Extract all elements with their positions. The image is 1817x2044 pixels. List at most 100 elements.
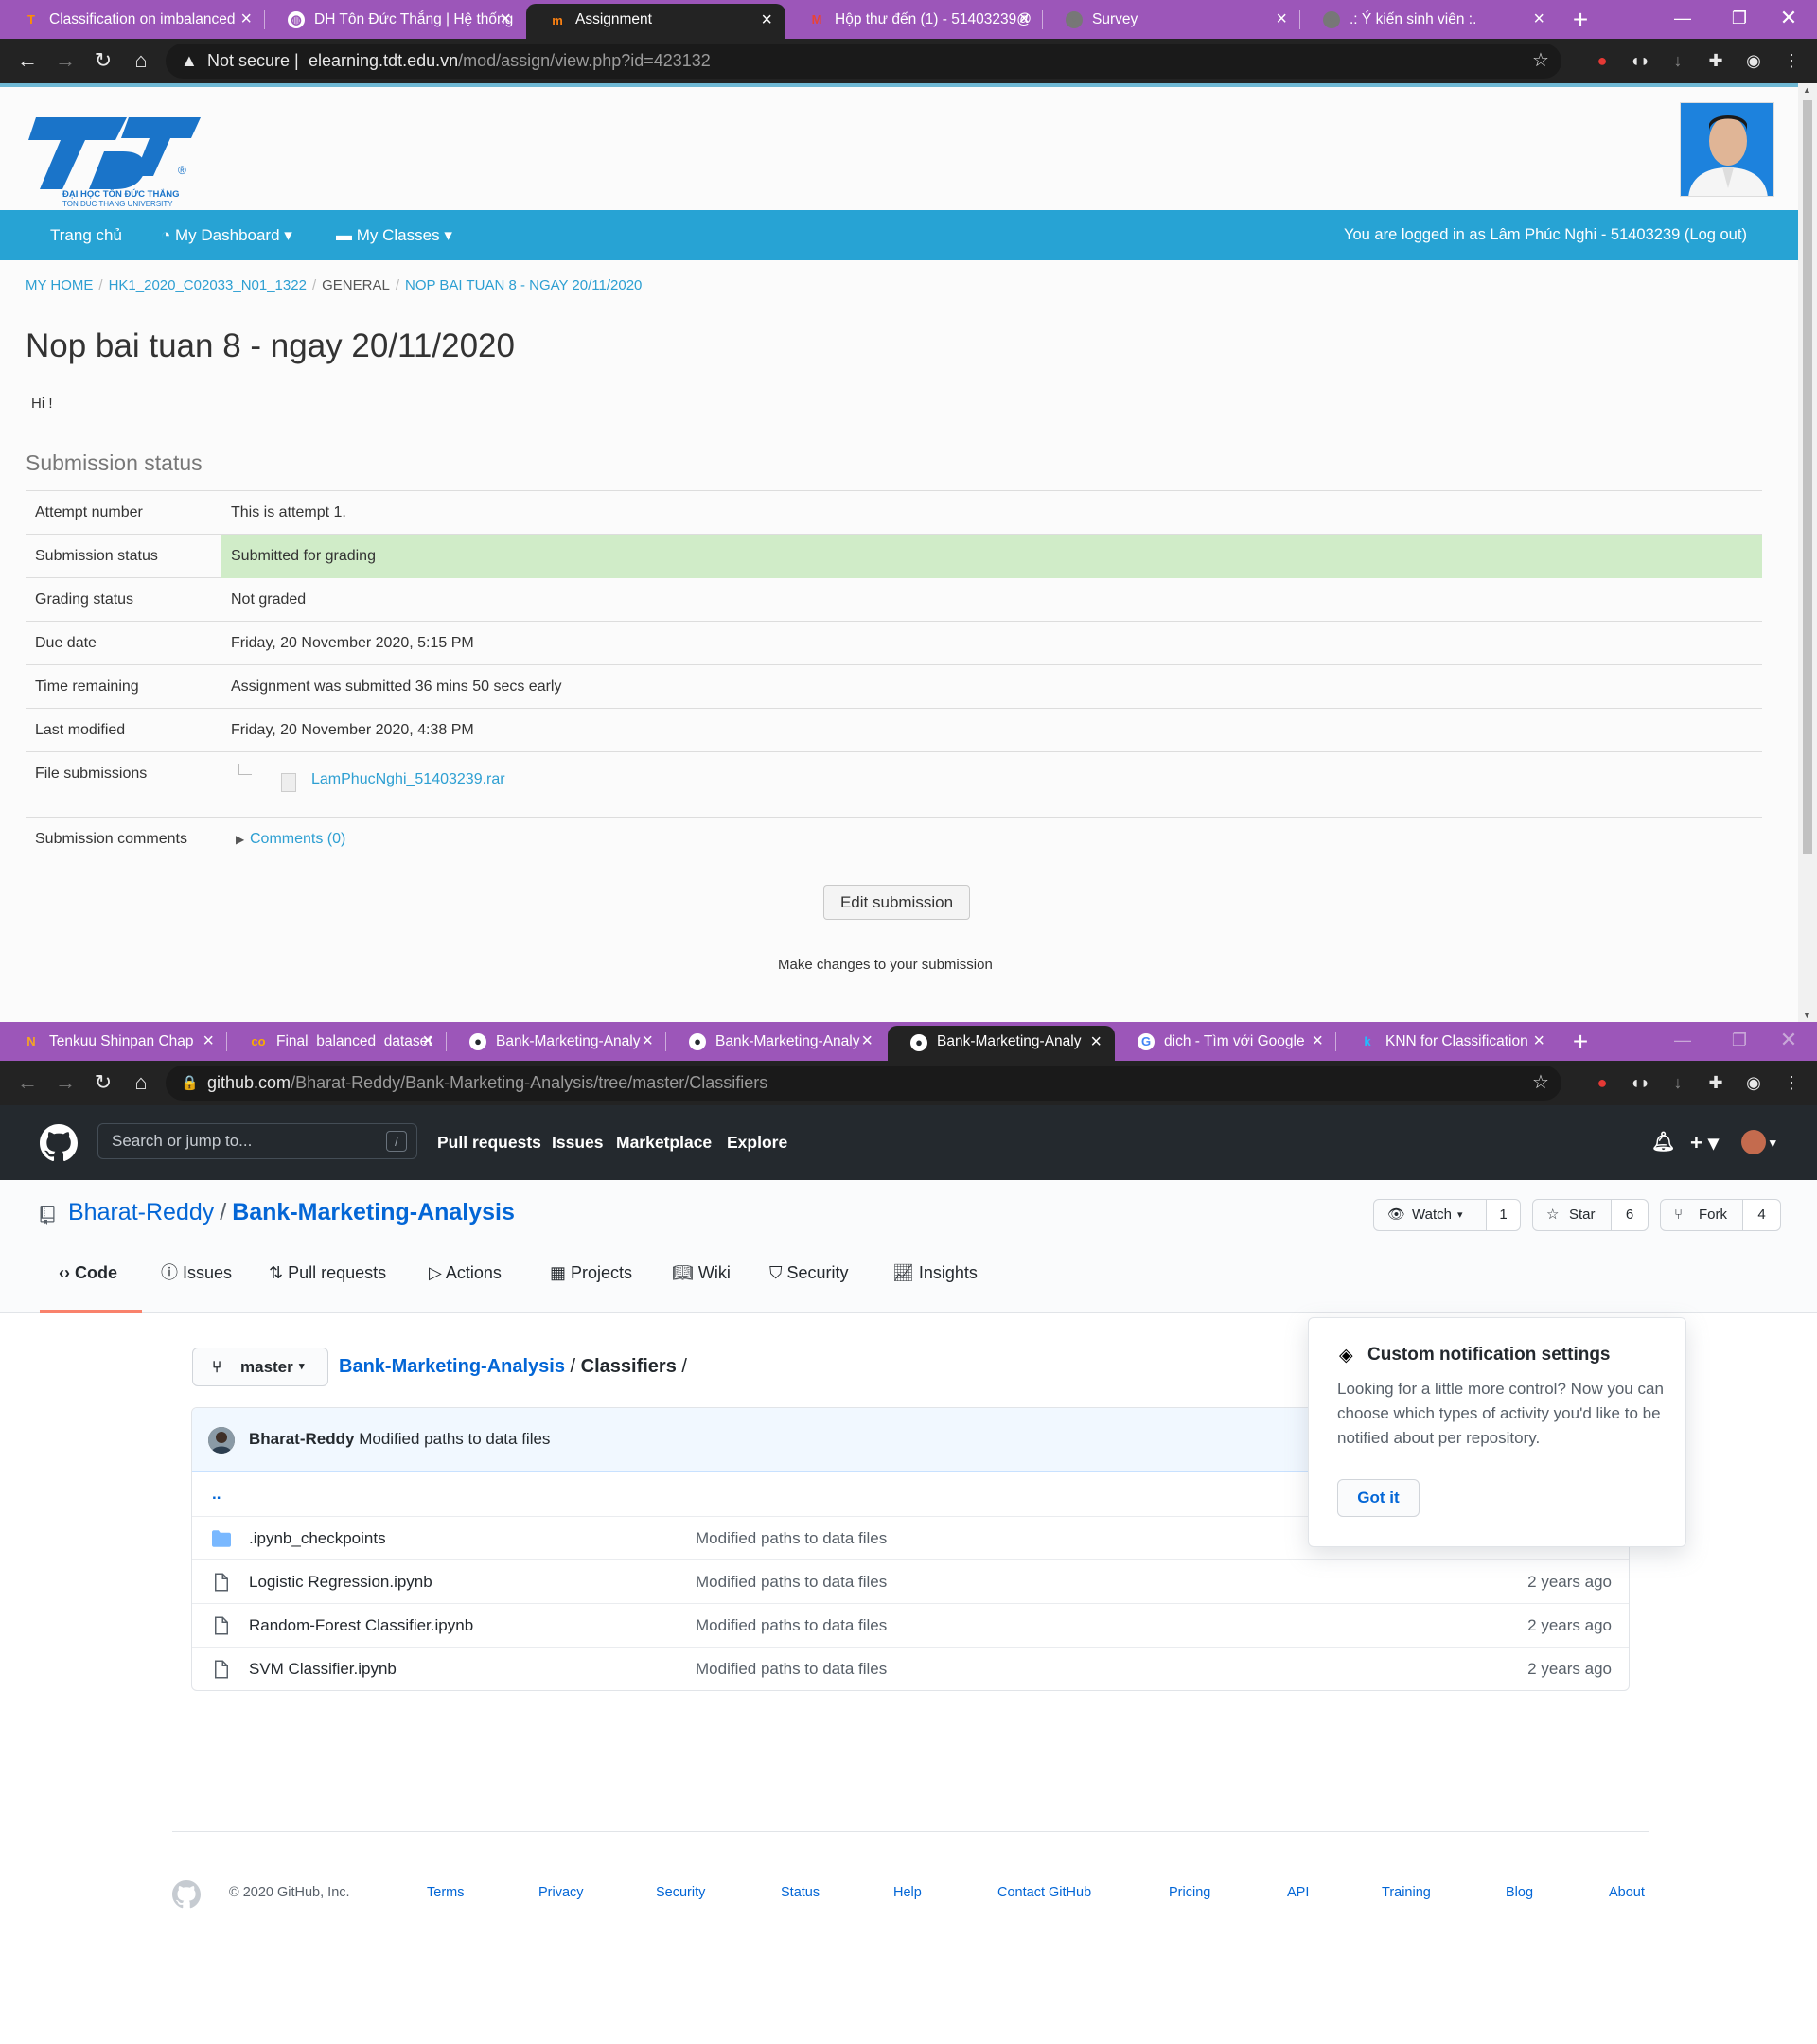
home-icon[interactable]: ⌂ — [127, 1068, 155, 1097]
table-row[interactable]: SVM Classifier.ipynb Modified paths to d… — [192, 1647, 1629, 1690]
logged-in-info[interactable]: You are logged in as Lâm Phúc Nghi - 514… — [1344, 210, 1747, 260]
tab-classification[interactable]: T Classification on imbalanced × — [0, 0, 265, 39]
maximize-button[interactable]: ❐ — [1711, 0, 1768, 39]
close-icon[interactable]: × — [422, 1022, 433, 1061]
file-commit-message[interactable]: Modified paths to data files — [696, 1648, 887, 1690]
scroll-up-icon[interactable]: ▲ — [1803, 85, 1811, 95]
maximize-button[interactable]: ❐ — [1711, 1022, 1768, 1061]
breadcrumb-my-home[interactable]: MY HOME — [26, 277, 93, 293]
puzzle-icon[interactable]: ✚ — [1703, 1070, 1728, 1095]
tdt-logo[interactable]: ® ĐẠI HỌC TÔN ĐỨC THẮNG TON DUC THANG UN… — [25, 102, 214, 211]
watch-count[interactable]: 1 — [1486, 1200, 1520, 1230]
address-bar[interactable]: ▲ Not secure | elearning.tdt.edu.vn/mod/… — [166, 44, 1561, 79]
caret-right-icon[interactable]: ▶ — [236, 818, 244, 861]
commit-message[interactable]: Modified paths to data files — [359, 1430, 550, 1448]
menu-icon[interactable]: ⋮ — [1779, 1070, 1804, 1095]
scrollbar[interactable]: ▲ ▼ — [1798, 83, 1817, 1022]
comments-link[interactable]: Comments (0) — [250, 818, 345, 861]
footer-link-training[interactable]: Training — [1382, 1885, 1431, 1900]
path-repo-link[interactable]: Bank-Marketing-Analysis — [339, 1356, 565, 1377]
tab-code[interactable]: ‹› Code — [40, 1242, 142, 1313]
nav-marketplace[interactable]: Marketplace — [616, 1105, 712, 1180]
file-commit-message[interactable]: Modified paths to data files — [696, 1517, 887, 1560]
tab-colab[interactable]: co Final_balanced_dataset × — [227, 1022, 447, 1061]
home-icon[interactable]: ⌂ — [127, 46, 155, 75]
close-icon[interactable]: × — [861, 1022, 873, 1061]
footer-link-contact[interactable]: Contact GitHub — [997, 1885, 1091, 1900]
commit-author[interactable]: Bharat-Reddy — [249, 1430, 354, 1448]
close-icon[interactable]: × — [642, 1022, 653, 1061]
github-logo-icon[interactable] — [172, 1880, 201, 1909]
close-icon[interactable]: × — [1312, 1022, 1323, 1061]
nav-home[interactable]: Trang chủ — [50, 210, 122, 260]
minimize-button[interactable]: — — [1654, 0, 1711, 39]
close-icon[interactable]: × — [500, 0, 511, 39]
profile-icon[interactable]: ◉ — [1741, 48, 1766, 73]
tab-pull-requests[interactable]: ⇅ Pull requests — [269, 1242, 386, 1313]
fork-button[interactable]: ⑂ Fork 4 — [1660, 1199, 1781, 1231]
footer-link-terms[interactable]: Terms — [427, 1885, 464, 1900]
footer-link-privacy[interactable]: Privacy — [538, 1885, 584, 1900]
extension-icon[interactable]: ● — [1590, 48, 1614, 73]
footer-link-help[interactable]: Help — [893, 1885, 922, 1900]
table-row[interactable]: Logistic Regression.ipynb Modified paths… — [192, 1559, 1629, 1604]
file-name-link[interactable]: Random-Forest Classifier.ipynb — [249, 1604, 473, 1648]
file-name-link[interactable]: Logistic Regression.ipynb — [249, 1560, 432, 1604]
create-new-icon[interactable]: + ▾ — [1690, 1105, 1719, 1180]
nav-issues[interactable]: Issues — [552, 1105, 603, 1180]
tab-assignment[interactable]: m Assignment × — [526, 4, 785, 39]
nav-my-dashboard[interactable]: ◔ My Dashboard ▾ — [161, 210, 292, 260]
nav-explore[interactable]: Explore — [727, 1105, 787, 1180]
parent-dir-link[interactable]: .. — [212, 1472, 221, 1516]
tab-gmail[interactable]: M Hộp thư đến (1) - 51403239@ × — [785, 0, 1043, 39]
new-tab-button[interactable]: + — [1567, 1022, 1594, 1061]
branch-selector[interactable]: ⑂ master ▾ — [192, 1348, 328, 1386]
footer-link-about[interactable]: About — [1609, 1885, 1645, 1900]
file-name-link[interactable]: .ipynb_checkpoints — [249, 1517, 386, 1560]
tab-projects[interactable]: ▦ Projects — [550, 1242, 632, 1313]
footer-link-status[interactable]: Status — [781, 1885, 820, 1900]
star-button[interactable]: ☆ Star 6 — [1532, 1199, 1649, 1231]
close-icon[interactable]: × — [240, 0, 252, 39]
star-count[interactable]: 6 — [1611, 1200, 1648, 1230]
avatar[interactable] — [1741, 1130, 1766, 1154]
close-icon[interactable]: × — [761, 4, 772, 36]
reload-icon[interactable]: ↻ — [89, 46, 117, 75]
repo-owner-link[interactable]: Bharat-Reddy — [68, 1199, 214, 1225]
tab-student-opinion[interactable]: • .: Ý kiến sinh viên :. × — [1300, 0, 1558, 39]
github-logo-icon[interactable] — [40, 1124, 78, 1162]
repo-name-link[interactable]: Bank-Marketing-Analysis — [232, 1199, 515, 1225]
security-label[interactable]: Not secure — [207, 44, 290, 79]
close-icon[interactable]: × — [1090, 1026, 1102, 1058]
scroll-down-icon[interactable]: ▼ — [1803, 1011, 1811, 1020]
file-commit-message[interactable]: Modified paths to data files — [696, 1604, 887, 1648]
footer-link-api[interactable]: API — [1287, 1885, 1309, 1900]
address-bar[interactable]: 🔒 github.com/Bharat-Reddy/Bank-Marketing… — [166, 1066, 1561, 1101]
search-input[interactable]: Search or jump to... / — [97, 1123, 417, 1159]
download-icon[interactable]: ↓ — [1666, 48, 1690, 73]
table-row[interactable]: Random-Forest Classifier.ipynb Modified … — [192, 1603, 1629, 1648]
download-icon[interactable]: ↓ — [1666, 1070, 1690, 1095]
got-it-button[interactable]: Got it — [1337, 1479, 1420, 1517]
caret-down-icon[interactable]: ▾ — [1770, 1105, 1776, 1180]
tab-insights[interactable]: 📈︎ Insights — [892, 1242, 978, 1313]
tab-github-active[interactable]: ● Bank-Marketing-Analy × — [888, 1026, 1115, 1061]
tab-kaggle[interactable]: k KNN for Classification × — [1336, 1022, 1558, 1061]
breadcrumb-assignment[interactable]: NOP BAI TUAN 8 - NGAY 20/11/2020 — [405, 277, 642, 293]
footer-link-blog[interactable]: Blog — [1506, 1885, 1533, 1900]
avatar[interactable] — [1680, 102, 1774, 197]
nav-my-classes[interactable]: ▬ My Classes ▾ — [336, 210, 452, 260]
star-icon[interactable]: ☆ — [1532, 1066, 1549, 1101]
tab-issues[interactable]: ⓘ Issues — [161, 1242, 232, 1313]
avatar[interactable] — [208, 1427, 235, 1454]
profile-icon[interactable]: ◉ — [1741, 1070, 1766, 1095]
footer-link-security[interactable]: Security — [656, 1885, 705, 1900]
bell-icon[interactable]: 🔔︎ — [1651, 1105, 1675, 1180]
extension-icon[interactable]: ◖◗ — [1628, 48, 1652, 73]
file-name-link[interactable]: SVM Classifier.ipynb — [249, 1648, 397, 1690]
forward-icon[interactable]: → — [51, 46, 79, 75]
minimize-button[interactable]: — — [1654, 1022, 1711, 1061]
reload-icon[interactable]: ↻ — [89, 1068, 117, 1097]
close-icon[interactable]: × — [1533, 0, 1544, 39]
close-icon[interactable]: × — [1276, 0, 1287, 39]
